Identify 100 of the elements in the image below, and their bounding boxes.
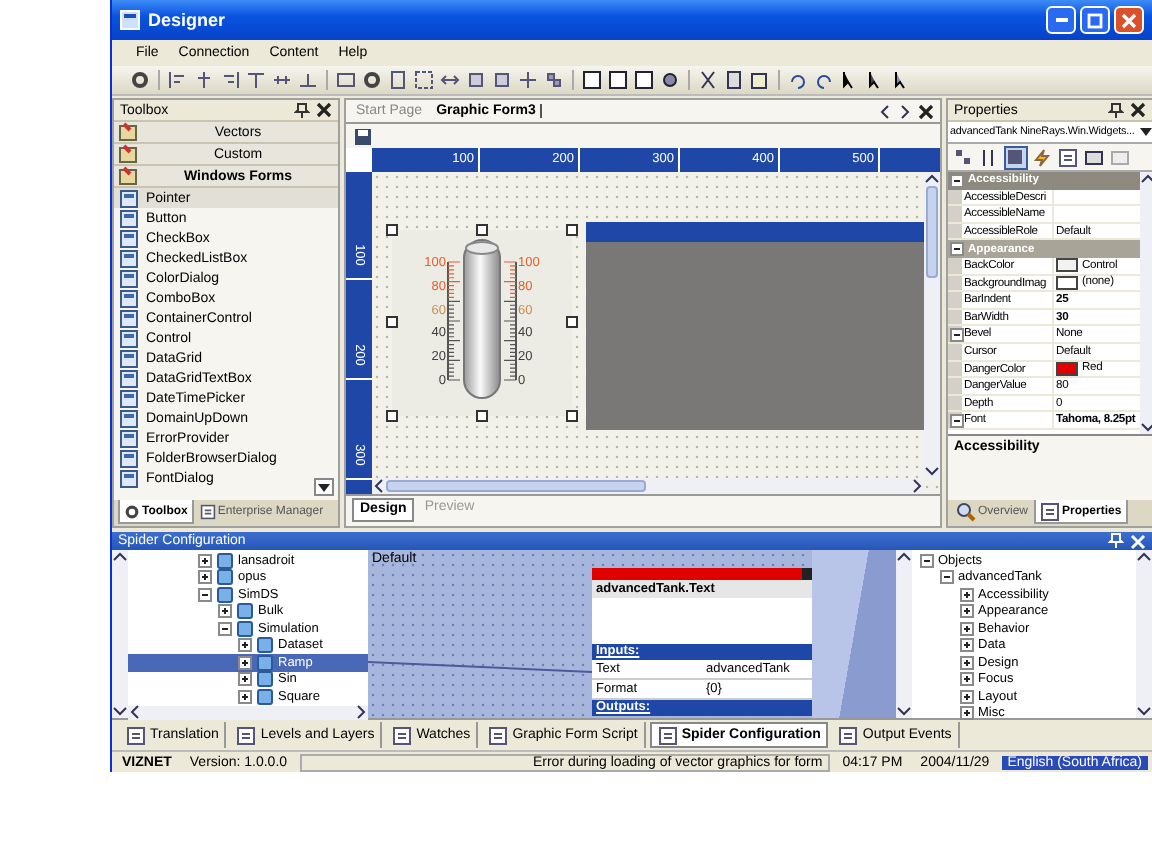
collapse-icon[interactable]	[198, 587, 212, 602]
expand-icon[interactable]	[198, 570, 212, 585]
scroll-up-icon[interactable]	[924, 172, 940, 186]
node-close-button[interactable]	[802, 568, 812, 580]
tool-icon	[194, 70, 214, 90]
expand-icon[interactable]	[960, 689, 974, 704]
collapse-icon[interactable]	[950, 242, 964, 257]
node-icon	[256, 687, 274, 706]
folder-icon	[118, 166, 138, 186]
scroll-down-icon[interactable]	[112, 704, 128, 718]
expand-icon[interactable]	[960, 672, 974, 687]
scroll-right-icon[interactable]	[910, 478, 924, 494]
toolbar-button[interactable]	[696, 68, 720, 92]
expand-icon[interactable]	[960, 587, 974, 602]
save-button[interactable]	[350, 124, 374, 148]
expand-icon[interactable]	[960, 655, 974, 670]
horizontal-scrollbar[interactable]	[372, 478, 924, 494]
scroll-down-icon[interactable]	[1136, 704, 1152, 718]
expand-icon[interactable]	[238, 638, 252, 653]
vertical-scrollbar[interactable]	[112, 550, 128, 718]
toolbar-button[interactable]	[360, 68, 384, 92]
node-icon	[256, 653, 274, 672]
toolbar-button[interactable]	[386, 68, 410, 92]
expand-icon[interactable]	[238, 672, 252, 687]
toolbar-button[interactable]	[128, 68, 152, 92]
expand-icon[interactable]	[960, 604, 974, 619]
maximize-icon	[1086, 11, 1104, 29]
expand-icon[interactable]	[960, 638, 974, 653]
toolbar-button[interactable]	[218, 68, 242, 92]
tool-icon	[518, 70, 538, 90]
selection-handle[interactable]	[386, 316, 398, 328]
toolbar-button[interactable]	[516, 68, 540, 92]
scroll-thumb[interactable]	[386, 480, 646, 492]
toolbar-button[interactable]	[166, 68, 190, 92]
toolbar-button[interactable]	[334, 68, 358, 92]
scroll-right-icon[interactable]	[898, 103, 912, 119]
toolbar-button[interactable]	[244, 68, 268, 92]
toolbar-button[interactable]	[748, 68, 772, 92]
selection-handle[interactable]	[566, 316, 578, 328]
scroll-down-icon[interactable]	[896, 704, 912, 718]
toolbar-button[interactable]	[580, 68, 604, 92]
scroll-up-icon[interactable]	[112, 550, 128, 564]
close-icon[interactable]	[918, 103, 934, 119]
maximize-button[interactable]	[1080, 6, 1110, 34]
scroll-up-icon[interactable]	[1140, 172, 1152, 186]
scroll-up-icon[interactable]	[896, 550, 912, 564]
close-icon[interactable]	[316, 102, 332, 118]
toolbar-button[interactable]	[658, 68, 682, 92]
toolbar-button[interactable]	[412, 68, 436, 92]
scroll-down-button[interactable]	[314, 478, 334, 496]
toolbar-button[interactable]	[722, 68, 746, 92]
control-icon	[120, 389, 138, 407]
tool-icon	[698, 70, 718, 90]
selection-handle[interactable]	[566, 410, 578, 422]
scroll-left-icon[interactable]	[372, 478, 386, 494]
selection-handle[interactable]	[386, 410, 398, 422]
toolbar-button[interactable]	[1004, 145, 1028, 169]
scroll-down-icon[interactable]	[1140, 420, 1152, 434]
scroll-left-icon[interactable]	[878, 103, 892, 119]
selection-handle[interactable]	[386, 224, 398, 236]
minimize-button[interactable]	[1046, 6, 1076, 34]
vertical-scrollbar[interactable]	[924, 172, 940, 478]
selection-handle[interactable]	[476, 224, 488, 236]
toolbar-button[interactable]	[192, 68, 216, 92]
expand-icon[interactable]	[238, 655, 252, 670]
scroll-left-icon[interactable]	[128, 704, 142, 720]
toolbar-button[interactable]	[464, 68, 488, 92]
expand-icon[interactable]	[960, 706, 974, 721]
pin-icon[interactable]	[1108, 101, 1124, 119]
selection-handle[interactable]	[476, 410, 488, 422]
collapse-icon[interactable]	[218, 621, 232, 636]
collapse-icon[interactable]	[940, 570, 954, 585]
close-button[interactable]	[1114, 6, 1144, 34]
vertical-scrollbar[interactable]	[1136, 550, 1152, 718]
scroll-up-icon[interactable]	[1136, 550, 1152, 564]
horizontal-scrollbar[interactable]	[128, 705, 368, 719]
scroll-right-icon[interactable]	[354, 704, 368, 720]
toolbar-button[interactable]	[1082, 145, 1106, 169]
toolbar-button[interactable]	[952, 145, 976, 169]
toolbar-button[interactable]	[542, 68, 566, 92]
toolbar-button[interactable]	[632, 68, 656, 92]
scroll-thumb[interactable]	[926, 186, 938, 278]
toolbar-button[interactable]	[490, 68, 514, 92]
collapse-icon[interactable]	[950, 173, 964, 188]
expand-icon[interactable]	[198, 553, 212, 568]
selection-handle[interactable]	[566, 224, 578, 236]
scroll-down-icon[interactable]	[924, 464, 940, 478]
control-icon	[120, 369, 138, 387]
collapse-icon[interactable]	[920, 553, 934, 568]
vertical-scrollbar[interactable]	[1140, 172, 1152, 434]
expand-icon[interactable]	[218, 604, 232, 619]
vertical-scrollbar[interactable]	[896, 550, 912, 718]
expand-icon[interactable]	[238, 689, 252, 704]
close-icon[interactable]	[1130, 102, 1146, 118]
toolbar-button[interactable]	[606, 68, 630, 92]
window-title: Designer	[148, 10, 228, 30]
pin-icon[interactable]	[294, 101, 310, 119]
expand-icon[interactable]	[960, 621, 974, 636]
toolbar-button[interactable]	[296, 68, 320, 92]
toolbar-button[interactable]	[1056, 145, 1080, 169]
